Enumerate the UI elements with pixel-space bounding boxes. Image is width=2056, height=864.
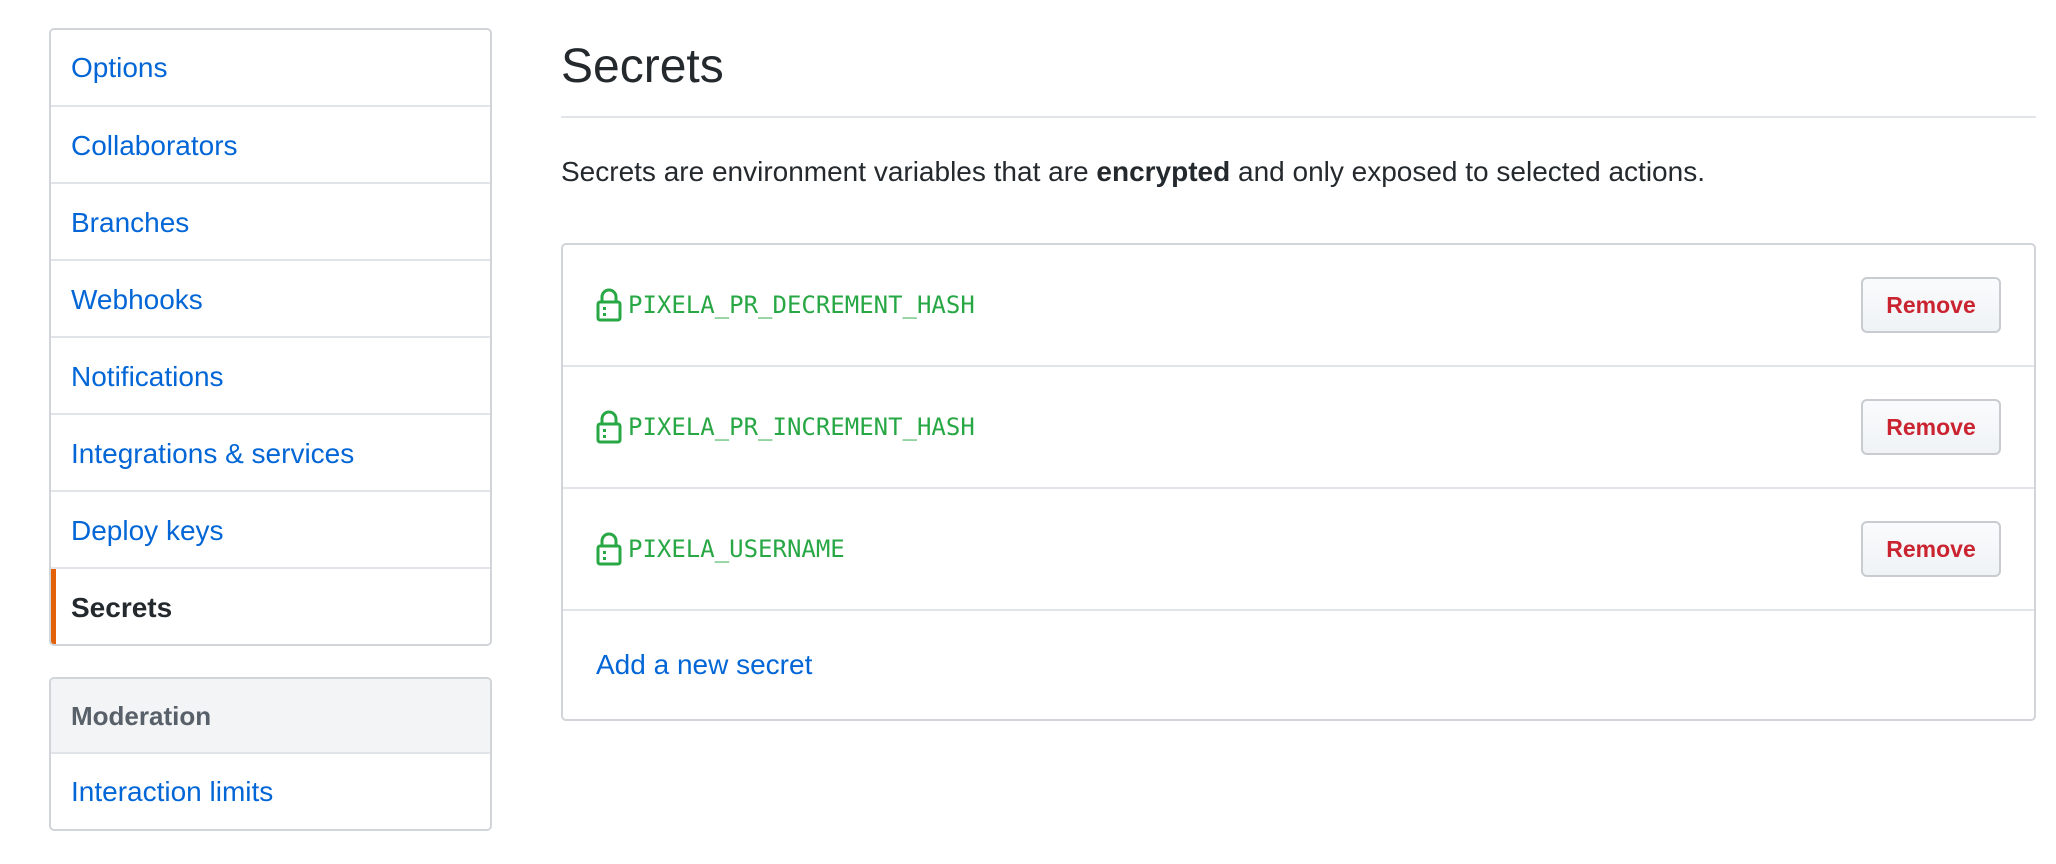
secret-name: PIXELA_USERNAME (628, 535, 845, 563)
lock-icon (596, 532, 622, 566)
secret-row: PIXELA_USERNAME Remove (563, 489, 2034, 611)
secret-name: PIXELA_PR_DECREMENT_HASH (628, 291, 975, 319)
moderation-sidebar: Moderation Interaction limits (49, 677, 492, 831)
sidebar-item-options[interactable]: Options (51, 30, 490, 105)
secrets-list: PIXELA_PR_DECREMENT_HASH Remove PIXELA_P… (561, 243, 2036, 721)
remove-secret-button[interactable]: Remove (1861, 277, 2001, 333)
sidebar-item-collaborators[interactable]: Collaborators (51, 105, 490, 182)
sidebar-item-branches[interactable]: Branches (51, 182, 490, 259)
description-text-before: Secrets are environment variables that a… (561, 156, 1097, 187)
sidebar-item-secrets[interactable]: Secrets (51, 567, 490, 644)
add-secret-row: Add a new secret (563, 611, 2034, 719)
lock-icon (596, 410, 622, 444)
sidebar-item-webhooks[interactable]: Webhooks (51, 259, 490, 336)
page-title: Secrets (561, 28, 2036, 118)
remove-secret-button[interactable]: Remove (1861, 399, 2001, 455)
settings-page: Options Collaborators Branches Webhooks … (0, 0, 2056, 864)
secret-name: PIXELA_PR_INCREMENT_HASH (628, 413, 975, 441)
remove-secret-button[interactable]: Remove (1861, 521, 2001, 577)
settings-sidebar: Options Collaborators Branches Webhooks … (49, 28, 492, 646)
add-secret-link[interactable]: Add a new secret (596, 649, 812, 681)
sidebar-item-interaction-limits[interactable]: Interaction limits (51, 754, 490, 829)
sidebar-item-integrations[interactable]: Integrations & services (51, 413, 490, 490)
secret-row: PIXELA_PR_DECREMENT_HASH Remove (563, 245, 2034, 367)
description-text-after: and only exposed to selected actions. (1230, 156, 1705, 187)
description-text-bold: encrypted (1096, 156, 1231, 187)
moderation-heading: Moderation (51, 679, 490, 754)
sidebar-item-deploy-keys[interactable]: Deploy keys (51, 490, 490, 567)
main-content: Secrets Secrets are environment variable… (561, 28, 2036, 721)
sidebar-item-notifications[interactable]: Notifications (51, 336, 490, 413)
secret-row: PIXELA_PR_INCREMENT_HASH Remove (563, 367, 2034, 489)
lock-icon (596, 288, 622, 322)
secrets-description: Secrets are environment variables that a… (561, 154, 2036, 190)
